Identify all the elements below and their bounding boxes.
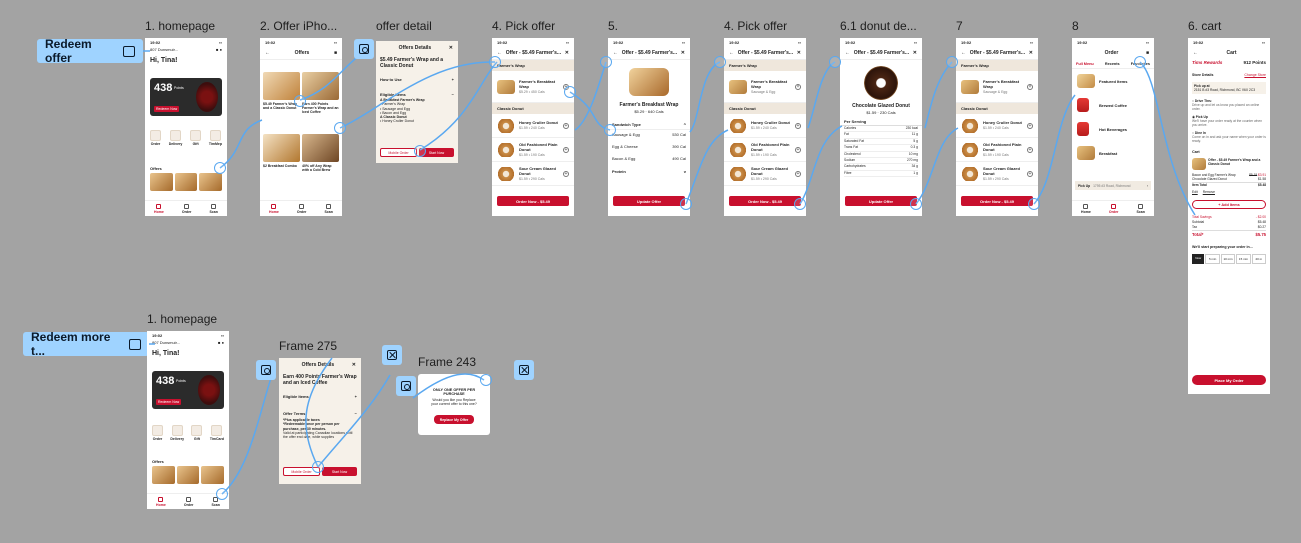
- connection-line: [412, 373, 485, 399]
- hotspot-marker[interactable]: [794, 198, 806, 210]
- connection-line: [1033, 94, 1076, 205]
- connection-line: [807, 61, 836, 129]
- connection-line: [574, 61, 607, 131]
- hotspot-marker[interactable]: [312, 461, 324, 473]
- hotspot-marker[interactable]: [910, 198, 922, 210]
- hotspot-marker[interactable]: [334, 122, 346, 134]
- connection-line: [685, 129, 729, 205]
- hotspot-marker[interactable]: [294, 95, 306, 107]
- back-action-badge[interactable]: [256, 360, 276, 380]
- hotspot-marker[interactable]: [946, 56, 958, 68]
- hotspot-marker[interactable]: [600, 56, 612, 68]
- connection-line: [569, 91, 611, 131]
- close-overlay-badge[interactable]: [382, 345, 402, 365]
- hotspot-marker[interactable]: [680, 198, 692, 210]
- connection-line: [924, 61, 953, 129]
- hotspot-marker[interactable]: [714, 56, 726, 68]
- hotspot-marker[interactable]: [604, 124, 616, 136]
- close-overlay-icon: [387, 350, 397, 360]
- connection-line: [689, 61, 721, 133]
- hotspot-marker[interactable]: [489, 56, 501, 68]
- hotspot-marker[interactable]: [1028, 198, 1040, 210]
- hotspot-marker[interactable]: [1134, 56, 1146, 68]
- connection-line: [317, 374, 391, 468]
- prototype-canvas: Redeem offer Redeem more t... 1. homepag…: [0, 0, 1301, 543]
- connection-line: [1139, 61, 1196, 216]
- connection-line: [299, 54, 361, 101]
- hotspot-marker[interactable]: [564, 86, 576, 98]
- connection-line: [219, 119, 263, 169]
- hotspot-marker[interactable]: [480, 374, 492, 386]
- back-action-badge[interactable]: [354, 39, 374, 59]
- hotspot-marker[interactable]: [214, 162, 226, 174]
- connection-line: [915, 127, 959, 205]
- close-overlay-badge[interactable]: [514, 360, 534, 380]
- back-action-icon: [261, 365, 271, 375]
- connection-line: [305, 357, 333, 468]
- close-overlay-icon: [519, 365, 529, 375]
- back-action-icon: [359, 44, 369, 54]
- hotspot-marker[interactable]: [414, 145, 426, 157]
- connection-line: [221, 374, 273, 495]
- prototype-connections: [143, 50, 1196, 495]
- back-action-icon: [401, 381, 411, 391]
- hotspot-marker[interactable]: [829, 56, 841, 68]
- back-action-badge[interactable]: [396, 376, 416, 396]
- connection-line: [799, 125, 843, 205]
- hotspot-marker[interactable]: [216, 488, 228, 500]
- connection-line: [339, 61, 496, 129]
